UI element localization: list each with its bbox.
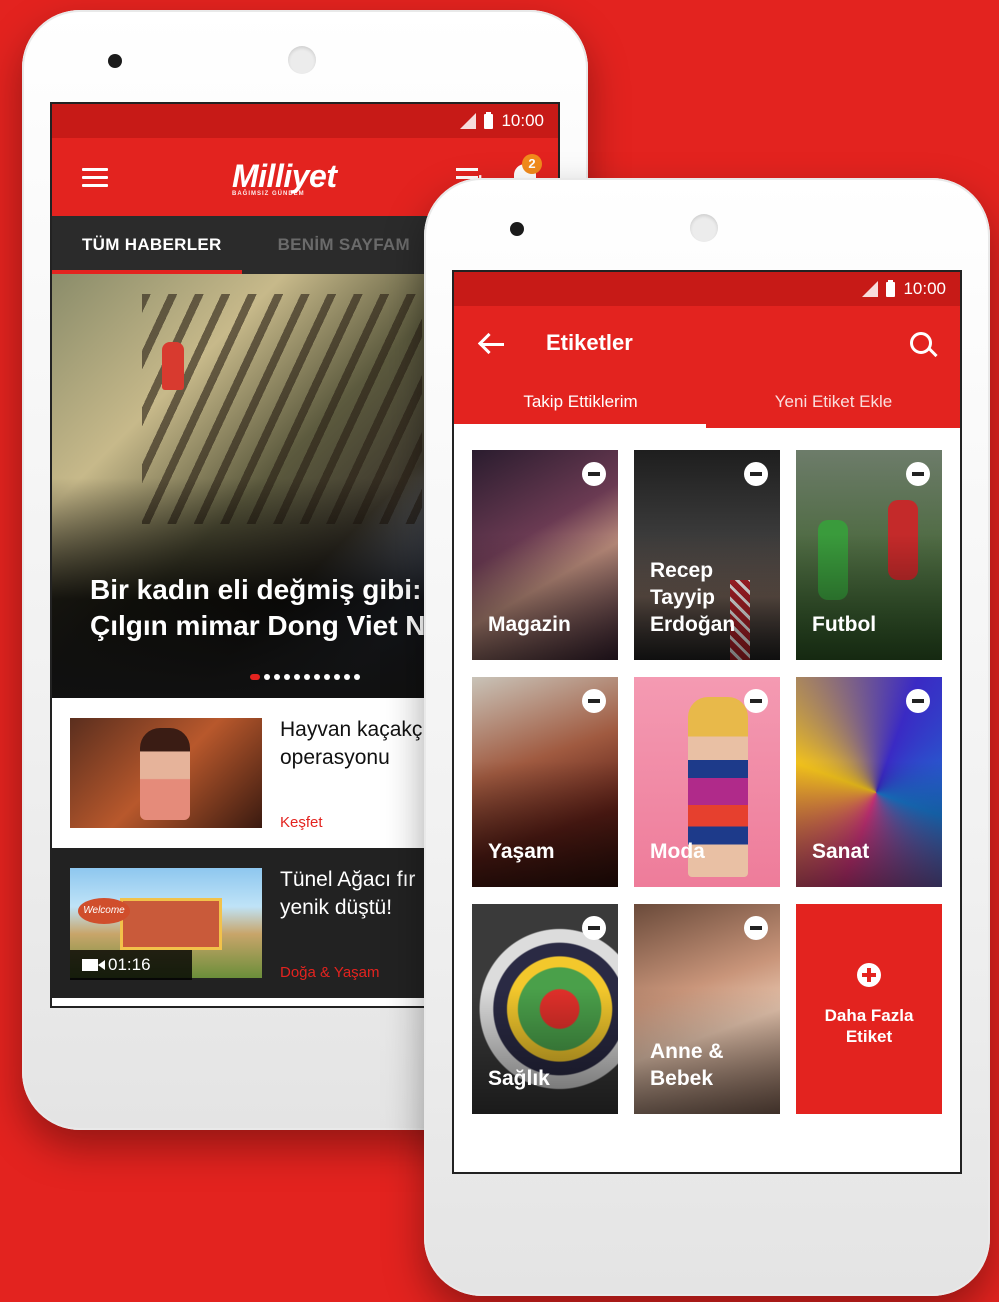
tab-tum-haberler[interactable]: TÜM HABERLER: [82, 235, 222, 255]
tag-label: Sanat: [812, 840, 870, 863]
tag-label: Anne & Bebek: [650, 1040, 724, 1090]
more-tags-button[interactable]: Daha Fazla Etiket: [796, 904, 942, 1114]
news-thumbnail: [70, 718, 262, 828]
app-bar: Etiketler: [454, 306, 960, 382]
carousel-dot[interactable]: [334, 674, 340, 680]
notification-badge: 2: [522, 154, 542, 174]
status-bar: 10:00: [52, 104, 558, 138]
status-time: 10:00: [501, 111, 544, 130]
milliyet-logo: Milliyet BAĞIMSIZ GÜNDEM: [232, 158, 337, 197]
tag-label: Magazin: [488, 613, 571, 636]
tag-label: Futbol: [812, 613, 877, 636]
carousel-dot[interactable]: [354, 674, 360, 680]
welcome-sign: Welcome: [78, 898, 130, 924]
carousel-dot[interactable]: [274, 674, 280, 680]
speaker-grille: [690, 214, 718, 242]
carousel-dots: [250, 674, 360, 680]
carousel-dot[interactable]: [314, 674, 320, 680]
video-duration: 01:16: [108, 955, 151, 974]
speaker-grille: [288, 46, 316, 74]
tag-label: Sağlık: [488, 1067, 550, 1090]
remove-tag-icon[interactable]: [582, 462, 606, 486]
status-time: 10:00: [903, 279, 946, 298]
add-circle-icon: [857, 963, 881, 987]
remove-tag-icon[interactable]: [582, 689, 606, 713]
front-camera: [108, 54, 122, 68]
tab-yeni-etiket-ekle[interactable]: Yeni Etiket Ekle: [707, 382, 960, 428]
signal-icon: [460, 113, 477, 129]
video-duration-bar: 01:16: [70, 950, 192, 980]
search-icon[interactable]: [910, 332, 932, 354]
remove-tag-icon[interactable]: [744, 916, 768, 940]
video-camera-icon: [82, 959, 105, 971]
status-bar: 10:00: [454, 272, 960, 306]
battery-icon: [886, 279, 896, 297]
front-camera: [510, 222, 524, 236]
signal-icon: [862, 281, 879, 297]
back-arrow-icon[interactable]: [478, 332, 506, 356]
remove-tag-icon[interactable]: [744, 689, 768, 713]
remove-tag-icon[interactable]: [906, 462, 930, 486]
tab-benim-sayfam[interactable]: BENİM SAYFAM: [278, 235, 410, 255]
brand-name: Milliyet: [232, 158, 337, 194]
more-tags-label: Daha Fazla Etiket: [824, 1006, 914, 1046]
carousel-dot[interactable]: [304, 674, 310, 680]
tag-label: Recep Tayyip Erdoğan: [650, 559, 736, 636]
remove-tag-icon[interactable]: [582, 916, 606, 940]
news-category[interactable]: Keşfet: [280, 814, 323, 831]
carousel-dot[interactable]: [344, 674, 350, 680]
tab-takip-ettiklerim[interactable]: Takip Ettiklerim: [454, 382, 707, 428]
remove-tag-icon[interactable]: [906, 689, 930, 713]
menu-icon[interactable]: [82, 168, 108, 192]
front-phone: 10:00 Etiketler Takip Ettiklerim Yeni Et…: [424, 178, 990, 1296]
tag-tile-moda[interactable]: Moda: [634, 677, 780, 887]
news-category[interactable]: Doğa & Yaşam: [280, 964, 380, 981]
tab-indicator: [454, 424, 706, 428]
tag-tile-magazin[interactable]: Magazin: [472, 450, 618, 660]
tag-tile-anne-bebek[interactable]: Anne & Bebek: [634, 904, 780, 1114]
hero-person: [162, 342, 184, 390]
tag-label: Moda: [650, 840, 705, 863]
tag-tile-saglik[interactable]: Sağlık: [472, 904, 618, 1114]
carousel-dot[interactable]: [264, 674, 270, 680]
brand-tagline: BAĞIMSIZ GÜNDEM: [232, 191, 305, 197]
remove-tag-icon[interactable]: [744, 462, 768, 486]
tag-tile-sanat[interactable]: Sanat: [796, 677, 942, 887]
tag-tile-recep-tayyip-erdogan[interactable]: Recep Tayyip Erdoğan: [634, 450, 780, 660]
page-title: Etiketler: [546, 330, 633, 355]
battery-icon: [484, 111, 494, 129]
tag-tabs: Takip Ettiklerim Yeni Etiket Ekle: [454, 382, 960, 428]
tag-label: Yaşam: [488, 840, 555, 863]
tag-grid: Magazin Recep Tayyip Erdoğan Futbol Yaşa…: [472, 450, 942, 1114]
carousel-dot[interactable]: [284, 674, 290, 680]
carousel-dot[interactable]: [324, 674, 330, 680]
tag-tile-yasam[interactable]: Yaşam: [472, 677, 618, 887]
carousel-dot[interactable]: [250, 674, 260, 680]
hero-title: Bir kadın eli değmiş gibi: Çılgın mimar …: [90, 574, 426, 641]
tags-screen: 10:00 Etiketler Takip Ettiklerim Yeni Et…: [452, 270, 962, 1174]
carousel-dot[interactable]: [294, 674, 300, 680]
tag-tile-futbol[interactable]: Futbol: [796, 450, 942, 660]
